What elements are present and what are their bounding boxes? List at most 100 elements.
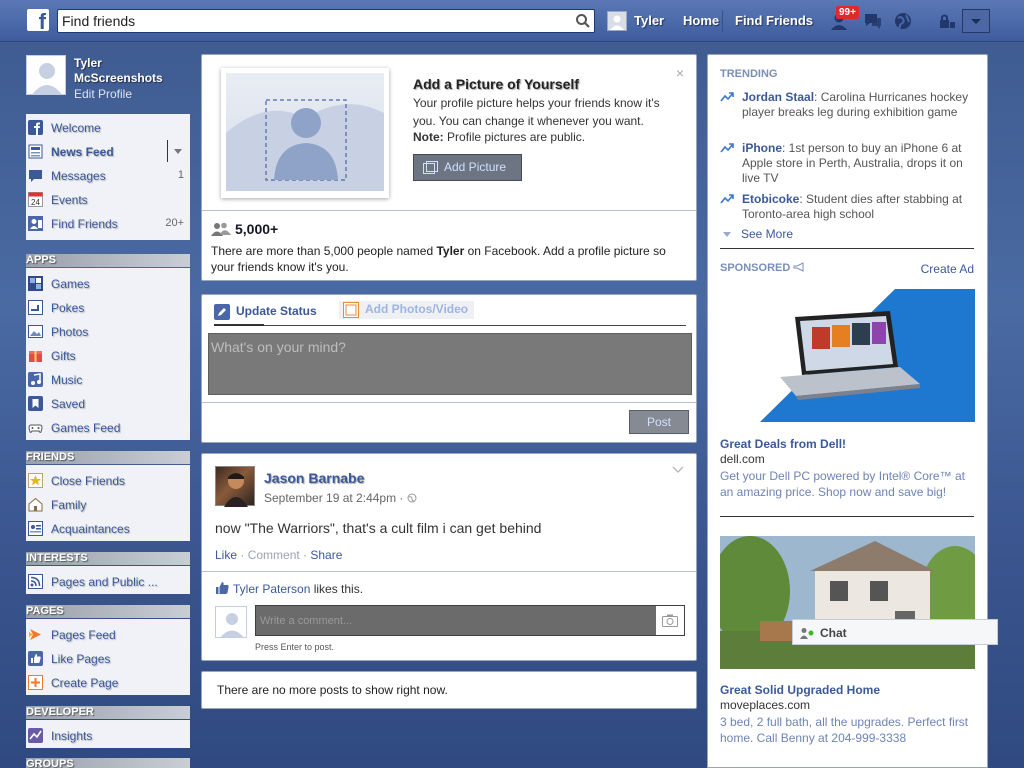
author-name[interactable]: Jason Barnabe xyxy=(264,470,364,486)
nav-item-news-feed[interactable]: News Feed xyxy=(26,140,190,164)
chevron-down-icon[interactable] xyxy=(174,149,182,154)
see-more-link[interactable]: See More xyxy=(720,227,793,241)
nav-item-games-feed[interactable]: Games Feed xyxy=(26,416,190,440)
chevron-down-icon[interactable] xyxy=(672,466,684,474)
nav-item-close-friends[interactable]: Close Friends xyxy=(26,469,190,493)
like-link[interactable]: Like xyxy=(215,548,237,562)
privacy-shortcuts-icon[interactable] xyxy=(936,10,958,32)
separator: · xyxy=(299,548,311,562)
nav-label: Find Friends xyxy=(51,217,118,231)
nav-item-find-friends[interactable]: Find Friends 20+ xyxy=(26,212,190,236)
nav-item-games[interactable]: Games xyxy=(26,272,190,296)
comment-input[interactable] xyxy=(256,606,654,635)
edit-profile-link[interactable]: Edit Profile xyxy=(74,87,132,101)
top-profile-link[interactable]: Tyler xyxy=(634,13,664,28)
nav-item-music[interactable]: Music xyxy=(26,368,190,392)
likes-summary: Tyler Paterson likes this. xyxy=(233,582,363,596)
home-link[interactable]: Home xyxy=(683,13,719,28)
post-timestamp[interactable]: September 19 at 2:44pm · xyxy=(264,491,417,505)
tab-photos-label: Add Photos/Video xyxy=(365,302,469,316)
tab-add-photos-video[interactable]: Add Photos/Video xyxy=(339,301,475,319)
nav-label: Pokes xyxy=(51,301,85,315)
ad-image-dell-laptop[interactable] xyxy=(720,289,975,422)
chat-bar[interactable]: Chat xyxy=(792,619,998,645)
tab-underline xyxy=(214,325,686,326)
nav-label: Pages and Public ... xyxy=(51,575,158,589)
liker-name[interactable]: Tyler Paterson xyxy=(233,582,310,596)
trending-item[interactable]: Jordan Staal: Carolina Hurricanes hockey… xyxy=(720,90,970,135)
ad-body[interactable]: Get your Dell PC powered by Intel® Core™… xyxy=(720,468,976,500)
ad-image-house[interactable] xyxy=(720,536,975,669)
nav-label: Welcome xyxy=(51,121,101,135)
search-box[interactable] xyxy=(57,9,595,33)
nav-item-welcome[interactable]: Welcome xyxy=(26,116,190,140)
card-note: Note: Profile pictures are public. xyxy=(413,130,585,144)
music-icon xyxy=(28,372,43,387)
facebook-logo[interactable]: f xyxy=(27,9,49,31)
add-profile-picture-card: Add a Picture of Yourself Your profile p… xyxy=(201,54,697,281)
tab-update-status[interactable]: Update Status xyxy=(214,304,317,320)
nav-item-photos[interactable]: Photos xyxy=(26,320,190,344)
nav-label: Gifts xyxy=(51,349,76,363)
chevron-down-icon xyxy=(723,232,731,237)
ad-body[interactable]: 3 bed, 2 full bath, all the upgrades. Pe… xyxy=(720,714,976,746)
acquaintances-icon xyxy=(28,521,43,536)
create-ad-link[interactable]: Create Ad xyxy=(921,262,974,276)
attach-photo-button[interactable] xyxy=(656,606,684,635)
add-picture-button[interactable]: Add Picture xyxy=(413,154,522,181)
photos-icon xyxy=(28,325,43,338)
nav-item-family[interactable]: Family xyxy=(26,493,190,517)
profile-name[interactable]: Tyler McScreenshots xyxy=(74,56,184,86)
trending-item[interactable]: iPhone: 1st person to buy an iPhone 6 at… xyxy=(720,141,970,186)
nav-item-pages-feed[interactable]: Pages Feed xyxy=(26,623,190,647)
thumbs-up-icon xyxy=(216,582,229,594)
tab-active-indicator xyxy=(214,324,264,326)
nav-label: News Feed xyxy=(51,145,114,159)
rss-feed-icon xyxy=(28,574,43,589)
nav-label: Create Page xyxy=(51,676,119,690)
nav-item-pokes[interactable]: Pokes xyxy=(26,296,190,320)
ad-title[interactable]: Great Deals from Dell! xyxy=(720,437,846,451)
nav-item-create-page[interactable]: Create Page xyxy=(26,671,190,695)
trending-topic-name[interactable]: Etobicoke xyxy=(742,192,799,206)
people-description: There are more than 5,000 people named T… xyxy=(211,243,681,275)
photo-icon xyxy=(343,302,359,318)
notifications-globe-icon[interactable] xyxy=(892,10,914,32)
messages-icon[interactable] xyxy=(862,10,884,32)
nav-item-like-pages[interactable]: Like Pages xyxy=(26,647,190,671)
post-button[interactable]: Post xyxy=(629,410,689,434)
search-input[interactable] xyxy=(62,12,562,30)
nav-item-events[interactable]: 24 Events xyxy=(26,188,190,212)
chat-online-icon xyxy=(800,628,814,639)
find-friends-link[interactable]: Find Friends xyxy=(735,13,813,28)
family-house-icon xyxy=(28,497,43,512)
search-icon[interactable] xyxy=(575,13,591,29)
nav-item-acquaintances[interactable]: Acquaintances xyxy=(26,517,190,541)
nav-item-messages[interactable]: Messages 1 xyxy=(26,164,190,188)
section-header-pages: PAGES xyxy=(26,605,190,618)
nav-item-pages-and-public-figures[interactable]: Pages and Public ... xyxy=(26,570,190,594)
svg-text:24: 24 xyxy=(31,198,40,207)
account-settings-button[interactable] xyxy=(962,9,990,33)
profile-picture-placeholder[interactable] xyxy=(221,68,389,198)
nav-item-gifts[interactable]: Gifts xyxy=(26,344,190,368)
nav-item-insights[interactable]: Insights xyxy=(26,724,190,748)
trending-topic-name[interactable]: Jordan Staal xyxy=(742,90,814,104)
people-count: 5,000+ xyxy=(235,221,279,237)
ad-title[interactable]: Great Solid Upgraded Home xyxy=(720,683,880,697)
comment-link[interactable]: Comment xyxy=(248,548,300,562)
notification-badge: 99+ xyxy=(836,6,859,19)
nav-item-saved[interactable]: Saved xyxy=(26,392,190,416)
profile-avatar[interactable] xyxy=(26,55,66,95)
author-avatar[interactable] xyxy=(215,466,255,507)
camera-icon xyxy=(662,614,678,627)
share-link[interactable]: Share xyxy=(310,548,342,562)
trending-topic-name[interactable]: iPhone xyxy=(742,141,782,155)
silhouette-image xyxy=(226,73,384,191)
trending-item[interactable]: Etobicoke: Student dies after stabbing a… xyxy=(720,192,970,222)
top-avatar[interactable] xyxy=(607,11,627,31)
trending-arrow-icon xyxy=(720,194,734,204)
close-icon[interactable]: × xyxy=(676,65,684,81)
status-input[interactable] xyxy=(208,333,692,395)
commenter-avatar xyxy=(215,606,247,638)
